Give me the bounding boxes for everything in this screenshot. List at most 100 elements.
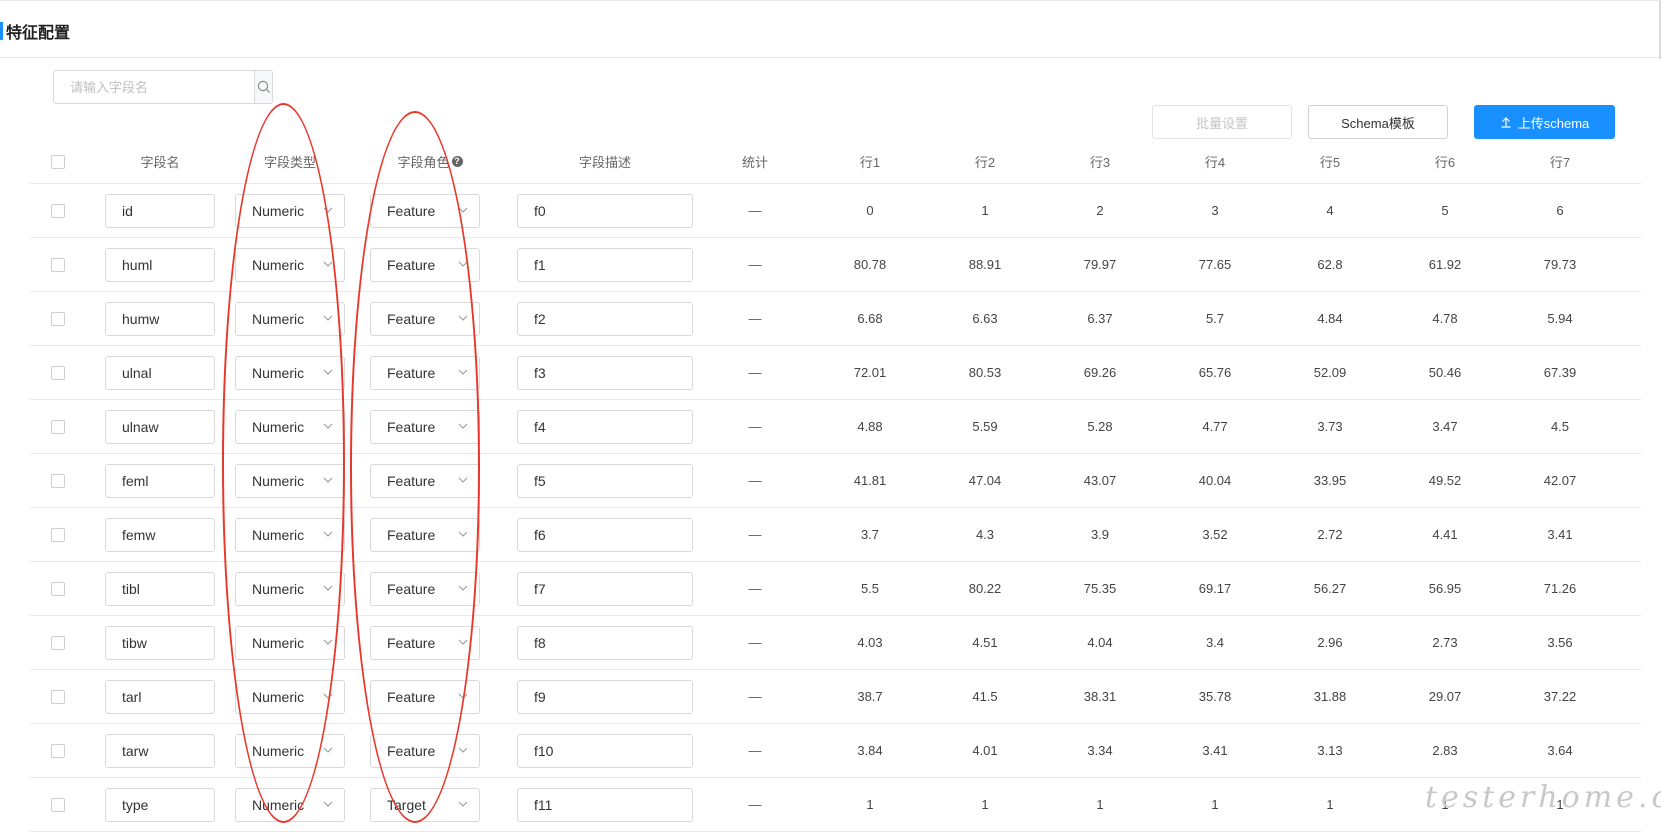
field-role-select[interactable]: Feature <box>370 733 480 768</box>
field-role-cell: Feature <box>370 454 480 507</box>
row-checkbox[interactable] <box>51 365 65 380</box>
field-type-select[interactable]: Numeric <box>235 625 345 660</box>
row-value-cell: 50.46 <box>1428 365 1462 380</box>
field-desc-input[interactable]: f8 <box>517 625 693 660</box>
field-type-select[interactable]: Numeric <box>235 409 345 444</box>
field-role-select[interactable]: Feature <box>370 301 480 336</box>
row-checkbox[interactable] <box>51 257 65 272</box>
row-select-cell <box>48 778 68 831</box>
search-button[interactable] <box>254 71 272 103</box>
field-type-select[interactable]: Numeric <box>235 355 345 390</box>
field-type-value: Numeric <box>252 256 305 273</box>
field-role-cell: Feature <box>370 184 480 237</box>
field-role-select[interactable]: Feature <box>370 247 480 282</box>
field-name-input[interactable]: ulnaw <box>105 409 215 444</box>
row-checkbox[interactable] <box>51 743 65 758</box>
field-desc-input[interactable]: f9 <box>517 679 693 714</box>
row-checkbox[interactable] <box>51 419 65 434</box>
field-desc-input[interactable]: f0 <box>517 193 693 228</box>
field-name-input[interactable]: tibl <box>105 571 215 606</box>
field-desc-cell: f4 <box>517 400 693 453</box>
field-desc-input[interactable]: f11 <box>517 787 693 822</box>
row-value-cell: 4.04 <box>1087 635 1113 650</box>
chevron-down-icon <box>323 531 333 537</box>
chevron-down-icon <box>323 585 333 591</box>
field-name-input[interactable]: huml <box>105 247 215 282</box>
field-desc-cell: f1 <box>517 238 693 291</box>
field-type-select[interactable]: Numeric <box>235 247 345 282</box>
table-row: ulnaw Numeric Feature f4 — 4.88 5.59 5.28 4.77 3.… <box>30 400 1641 454</box>
field-type-select[interactable]: Numeric <box>235 193 345 228</box>
field-role-value: Feature <box>387 634 436 651</box>
row-value-cell: 2.96 <box>1317 635 1343 650</box>
table-row: tibl Numeric Feature f7 — 5.5 80.22 75.35 69.17 5… <box>30 562 1641 616</box>
field-role-value: Feature <box>387 472 436 489</box>
field-type-select[interactable]: Numeric <box>235 517 345 552</box>
field-role-select[interactable]: Feature <box>370 409 480 444</box>
field-desc-input[interactable]: f7 <box>517 571 693 606</box>
upload-schema-button[interactable]: 上传schema <box>1474 105 1615 139</box>
field-type-select[interactable]: Numeric <box>235 463 345 498</box>
field-desc-cell: f6 <box>517 508 693 561</box>
row-checkbox[interactable] <box>51 581 65 596</box>
field-type-select[interactable]: Numeric <box>235 679 345 714</box>
field-role-cell: Feature <box>370 616 480 669</box>
field-role-select[interactable]: Feature <box>370 679 480 714</box>
field-role-select[interactable]: Feature <box>370 355 480 390</box>
row-checkbox[interactable] <box>51 527 65 542</box>
batch-settings-button[interactable]: 批量设置 <box>1152 105 1292 139</box>
row-value-cell: 6.63 <box>972 311 998 326</box>
field-name-cell: huml <box>100 238 220 291</box>
upload-icon <box>1501 117 1511 128</box>
row-value-cell: 1 <box>981 203 989 218</box>
field-name-input[interactable]: tarw <box>105 733 215 768</box>
field-type-cell: Numeric <box>235 616 345 669</box>
field-name-input[interactable]: humw <box>105 301 215 336</box>
header-field-desc: 字段描述 <box>578 155 631 170</box>
field-name-input[interactable]: tibw <box>105 625 215 660</box>
field-role-select[interactable]: Feature <box>370 193 480 228</box>
field-type-select[interactable]: Numeric <box>235 733 345 768</box>
field-name-input[interactable]: feml <box>105 463 215 498</box>
row-value-cell: 0 <box>866 203 874 218</box>
field-desc-input[interactable]: f3 <box>517 355 693 390</box>
row-value-cell: 80.78 <box>853 257 887 272</box>
field-desc-input[interactable]: f6 <box>517 517 693 552</box>
header-row-7: 行7 <box>1549 155 1571 170</box>
field-role-cell: Feature <box>370 238 480 291</box>
field-name-input[interactable]: type <box>105 787 215 822</box>
schema-template-button[interactable]: Schema模板 <box>1308 105 1448 139</box>
field-desc-input[interactable]: f5 <box>517 463 693 498</box>
batch-settings-label: 批量设置 <box>1195 115 1248 131</box>
row-checkbox[interactable] <box>51 311 65 326</box>
field-role-select[interactable]: Feature <box>370 571 480 606</box>
field-type-select[interactable]: Numeric <box>235 571 345 606</box>
row-checkbox[interactable] <box>51 635 65 650</box>
row-checkbox[interactable] <box>51 797 65 812</box>
field-role-select[interactable]: Feature <box>370 625 480 660</box>
field-name-input[interactable]: ulnal <box>105 355 215 390</box>
row-value-cell: 1 <box>1326 797 1334 812</box>
field-type-select[interactable]: Numeric <box>235 787 345 822</box>
field-role-select[interactable]: Feature <box>370 463 480 498</box>
row-checkbox[interactable] <box>51 203 65 218</box>
field-type-value: Numeric <box>252 418 305 435</box>
stats-cell: — <box>748 203 762 218</box>
field-name-input[interactable]: femw <box>105 517 215 552</box>
field-desc-input[interactable]: f10 <box>517 733 693 768</box>
field-name-input[interactable]: id <box>105 193 215 228</box>
select-all-checkbox[interactable] <box>51 154 65 169</box>
row-checkbox[interactable] <box>51 473 65 488</box>
chevron-down-icon <box>458 423 468 429</box>
row-checkbox[interactable] <box>51 689 65 704</box>
field-desc-input[interactable]: f4 <box>517 409 693 444</box>
field-type-select[interactable]: Numeric <box>235 301 345 336</box>
field-desc-input[interactable]: f2 <box>517 301 693 336</box>
field-role-select[interactable]: Feature <box>370 517 480 552</box>
field-desc-input[interactable]: f1 <box>517 247 693 282</box>
field-name-input[interactable]: tarl <box>105 679 215 714</box>
help-icon[interactable]: ? <box>451 156 463 167</box>
search-input[interactable] <box>54 71 254 103</box>
field-role-select[interactable]: Target <box>370 787 480 822</box>
field-type-cell: Numeric <box>235 238 345 291</box>
